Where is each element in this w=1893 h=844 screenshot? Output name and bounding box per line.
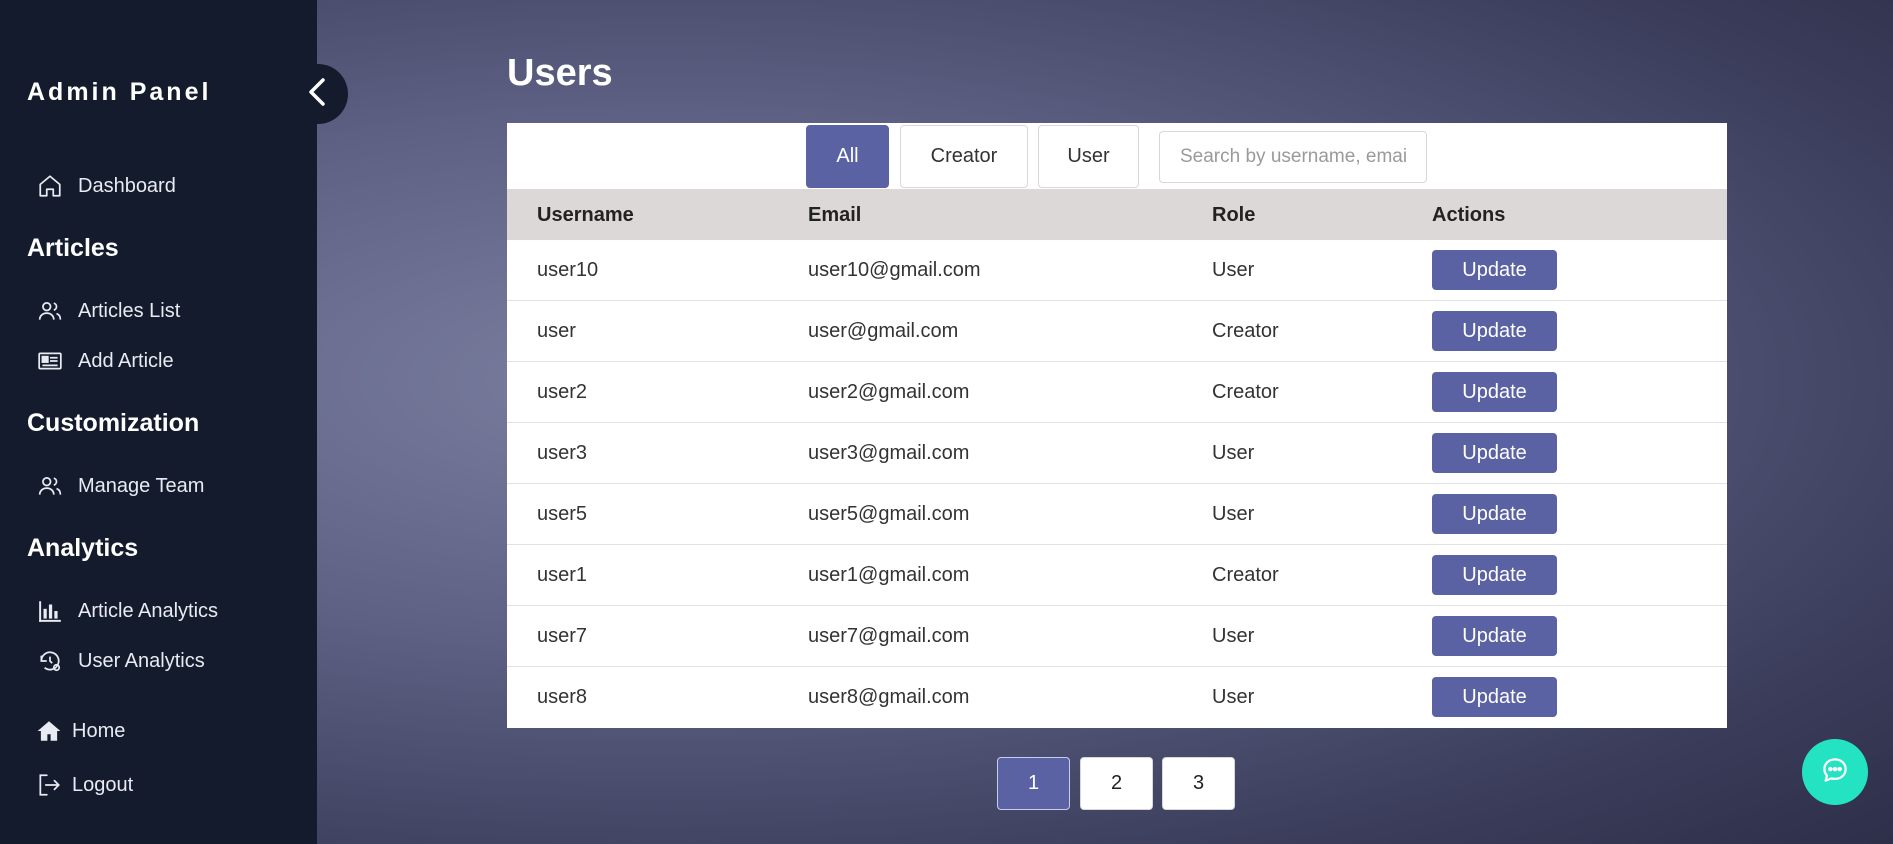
cell-email: user5@gmail.com xyxy=(808,503,970,525)
cell-role: User xyxy=(1212,259,1255,281)
sidebar-item-label: Dashboard xyxy=(78,174,176,197)
filter-all-button[interactable]: All xyxy=(806,125,889,188)
cell-email: user7@gmail.com xyxy=(808,625,970,647)
update-button[interactable]: Update xyxy=(1432,494,1557,534)
table-row: user7 user7@gmail.com User Update xyxy=(507,606,1727,667)
table-row: user user@gmail.com Creator Update xyxy=(507,301,1727,362)
update-button[interactable]: Update xyxy=(1432,433,1557,473)
update-button[interactable]: Update xyxy=(1432,372,1557,412)
section-title-articles: Articles xyxy=(27,234,119,262)
cell-username: user8 xyxy=(537,686,588,708)
sidebar-item-manage-team[interactable]: Manage Team xyxy=(37,473,204,499)
filter-user-button[interactable]: User xyxy=(1038,125,1139,188)
search-input[interactable] xyxy=(1159,131,1427,183)
cell-username: user2 xyxy=(537,381,588,403)
page-button-2[interactable]: 2 xyxy=(1080,757,1153,810)
cell-role: User xyxy=(1212,686,1255,708)
sidebar-collapse-button[interactable] xyxy=(288,64,348,124)
cell-username: user3 xyxy=(537,442,588,464)
chat-bubble-icon xyxy=(1820,755,1850,790)
column-header-email: Email xyxy=(808,204,862,226)
column-header-role: Role xyxy=(1212,204,1256,226)
cell-role: Creator xyxy=(1212,564,1279,586)
cell-email: user8@gmail.com xyxy=(808,686,970,708)
sidebar-item-article-analytics[interactable]: Article Analytics xyxy=(37,598,218,624)
cell-username: user1 xyxy=(537,564,588,586)
table-row: user3 user3@gmail.com User Update xyxy=(507,423,1727,484)
home-solid-icon xyxy=(36,718,62,744)
update-button[interactable]: Update xyxy=(1432,677,1557,717)
filter-creator-button[interactable]: Creator xyxy=(900,125,1028,188)
sidebar-item-label: Home xyxy=(72,719,126,742)
users-panel: All Creator User Username Email Role Act… xyxy=(507,123,1727,728)
table-header: Username Email Role Actions xyxy=(507,189,1727,240)
sidebar-item-articles-list[interactable]: Articles List xyxy=(37,298,180,324)
update-button[interactable]: Update xyxy=(1432,616,1557,656)
cell-role: Creator xyxy=(1212,381,1279,403)
brand-title: Admin Panel xyxy=(27,78,212,106)
cell-email: user3@gmail.com xyxy=(808,442,970,464)
sidebar-item-user-analytics[interactable]: User Analytics xyxy=(37,648,205,674)
people-outline-icon xyxy=(37,298,63,324)
table-row: user10 user10@gmail.com User Update xyxy=(507,240,1727,301)
table-row: user8 user8@gmail.com User Update xyxy=(507,667,1727,728)
sidebar-item-add-article[interactable]: Add Article xyxy=(37,348,174,374)
cell-username: user xyxy=(537,320,576,342)
cell-role: User xyxy=(1212,442,1255,464)
update-button[interactable]: Update xyxy=(1432,555,1557,595)
sidebar-item-label: Manage Team xyxy=(78,474,205,497)
sidebar-item-dashboard[interactable]: Dashboard xyxy=(37,173,176,199)
chat-button[interactable] xyxy=(1802,739,1868,805)
sidebar-item-label: User Analytics xyxy=(78,649,205,672)
cell-role: Creator xyxy=(1212,320,1279,342)
logout-icon xyxy=(36,772,62,798)
table-row: user5 user5@gmail.com User Update xyxy=(507,484,1727,545)
page-button-1[interactable]: 1 xyxy=(997,757,1070,810)
history-gear-icon xyxy=(37,648,63,674)
section-title-analytics: Analytics xyxy=(27,534,139,562)
sidebar-item-label: Articles List xyxy=(78,299,181,322)
cell-email: user@gmail.com xyxy=(808,320,959,342)
page-title: Users xyxy=(507,52,613,94)
cell-role: User xyxy=(1212,625,1255,647)
sidebar-item-label: Logout xyxy=(72,773,134,796)
table-row: user2 user2@gmail.com Creator Update xyxy=(507,362,1727,423)
cell-email: user2@gmail.com xyxy=(808,381,970,403)
table-row: user1 user1@gmail.com Creator Update xyxy=(507,545,1727,606)
page-button-3[interactable]: 3 xyxy=(1162,757,1235,810)
sidebar-item-logout[interactable]: Logout xyxy=(36,772,133,798)
cell-username: user10 xyxy=(537,259,599,281)
update-button[interactable]: Update xyxy=(1432,250,1557,290)
home-outline-icon xyxy=(37,173,63,199)
column-header-username: Username xyxy=(537,204,634,226)
sidebar-item-home[interactable]: Home xyxy=(36,718,125,744)
cell-username: user7 xyxy=(537,625,588,647)
column-header-actions: Actions xyxy=(1432,204,1506,226)
sidebar-item-label: Article Analytics xyxy=(78,599,219,622)
filter-bar: All Creator User xyxy=(507,123,1727,189)
cell-role: User xyxy=(1212,503,1255,525)
bar-chart-icon xyxy=(37,598,63,624)
newspaper-icon xyxy=(37,348,63,374)
cell-email: user10@gmail.com xyxy=(808,259,981,281)
sidebar: Admin Panel Dashboard Articles Articles … xyxy=(0,0,317,844)
sidebar-item-label: Add Article xyxy=(78,349,174,372)
section-title-customization: Customization xyxy=(27,409,200,437)
cell-email: user1@gmail.com xyxy=(808,564,970,586)
chevron-left-icon xyxy=(305,76,331,113)
update-button[interactable]: Update xyxy=(1432,311,1557,351)
cell-username: user5 xyxy=(537,503,588,525)
people-outline-icon xyxy=(37,473,63,499)
